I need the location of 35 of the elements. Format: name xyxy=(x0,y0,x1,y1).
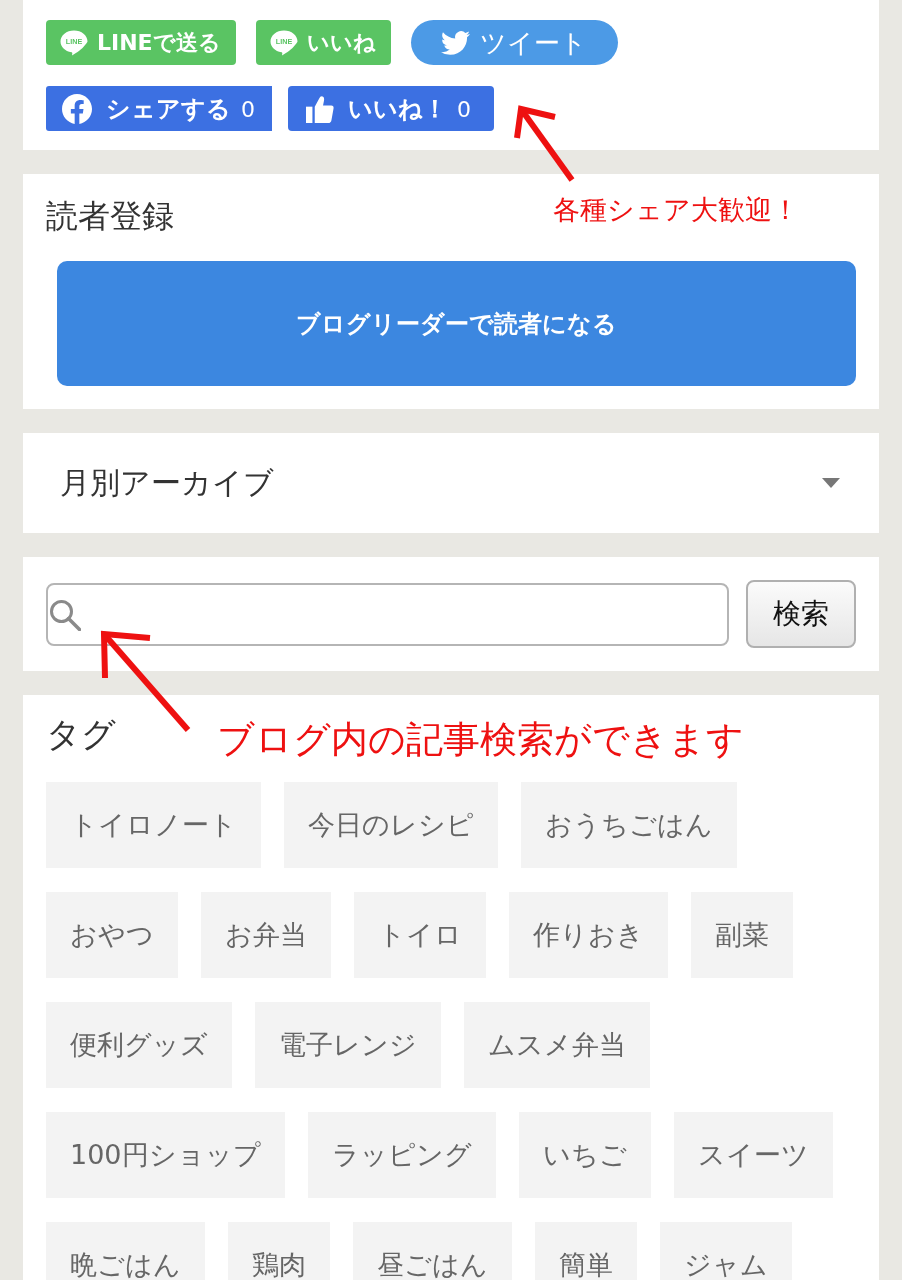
subscribe-button[interactable]: ブログリーダーで読者になる xyxy=(57,261,856,386)
archive-dropdown[interactable]: 月別アーカイブ xyxy=(23,433,879,533)
tag-link[interactable]: 100円ショップ xyxy=(46,1112,285,1198)
search-field[interactable] xyxy=(46,583,729,646)
tag-link[interactable]: 電子レンジ xyxy=(255,1002,441,1088)
tag-link[interactable]: トイロノート xyxy=(46,782,261,868)
tag-link[interactable]: ジャム xyxy=(660,1222,792,1280)
section-title: 読者登録 xyxy=(46,196,174,237)
tag-link[interactable]: お弁当 xyxy=(201,892,331,978)
tag-link[interactable]: おうちごはん xyxy=(521,782,737,868)
tag-link[interactable]: スイーツ xyxy=(673,1112,833,1198)
facebook-share-button[interactable]: シェアする 0 xyxy=(46,86,272,131)
bird-icon xyxy=(440,30,470,55)
tag-link[interactable]: ラッピング xyxy=(307,1112,496,1198)
section-title: タグ xyxy=(46,713,116,756)
tweet-button[interactable]: ツイート xyxy=(410,20,618,65)
tag-link[interactable]: いちご xyxy=(518,1112,651,1198)
tag-link[interactable]: 簡単 xyxy=(535,1222,637,1280)
tag-link[interactable]: 便利グッズ xyxy=(46,1002,232,1088)
tag-link[interactable]: ムスメ弁当 xyxy=(464,1002,650,1088)
facebook-like-button[interactable]: いいね！ 0 xyxy=(288,86,494,131)
annotation-text: 各種シェア大歓迎！ xyxy=(553,194,799,227)
facebook-logo-icon xyxy=(62,93,92,124)
thumbs-up-icon xyxy=(306,94,334,123)
tag-link[interactable]: 副菜 xyxy=(691,892,793,978)
tag-link[interactable]: おやつ xyxy=(46,892,178,978)
annotation-text: ブログ内の記事検索ができます xyxy=(217,718,744,763)
tag-link[interactable]: 今日のレシピ xyxy=(284,782,498,868)
tag-link[interactable]: 晩ごはん xyxy=(46,1222,205,1280)
search-icon xyxy=(49,598,81,631)
tag-link[interactable]: 昼ごはん xyxy=(353,1222,512,1280)
tag-link[interactable]: 作りおき xyxy=(509,892,668,978)
search-button[interactable]: 検索 xyxy=(746,580,856,648)
tag-link[interactable]: 鶏肉 xyxy=(228,1222,330,1280)
tag-link[interactable]: トイロ xyxy=(354,892,486,978)
